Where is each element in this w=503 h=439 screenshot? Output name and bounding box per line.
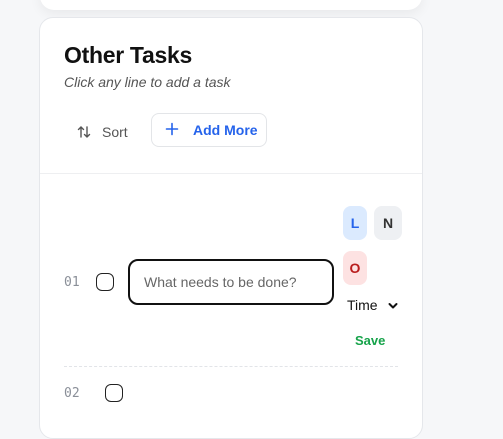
task-input[interactable]: [128, 259, 334, 305]
priority-low-button[interactable]: L: [343, 206, 367, 240]
other-tasks-card: Other Tasks Click any line to add a task…: [39, 17, 423, 439]
time-select[interactable]: Time: [347, 296, 398, 314]
row-number: 02: [64, 386, 80, 401]
card-title: Other Tasks: [64, 42, 192, 68]
sort-button[interactable]: Sort: [76, 122, 128, 142]
row-number: 01: [64, 275, 80, 290]
card-subtitle: Click any line to add a task: [64, 74, 231, 90]
add-more-button[interactable]: Add More: [151, 113, 267, 147]
save-button[interactable]: Save: [355, 333, 385, 348]
add-more-label: Add More: [193, 122, 258, 138]
sort-label: Sort: [102, 124, 128, 140]
header-divider: [40, 173, 422, 174]
previous-card: [40, 0, 422, 10]
task-checkbox[interactable]: [105, 384, 123, 402]
chevron-down-icon: [388, 297, 398, 313]
plus-icon: [165, 122, 179, 139]
task-checkbox[interactable]: [96, 273, 114, 291]
sort-arrows-icon: [76, 124, 92, 140]
row-divider: [64, 366, 398, 367]
priority-o-button[interactable]: O: [343, 251, 367, 285]
time-label: Time: [347, 297, 378, 313]
priority-normal-button[interactable]: N: [374, 206, 402, 240]
